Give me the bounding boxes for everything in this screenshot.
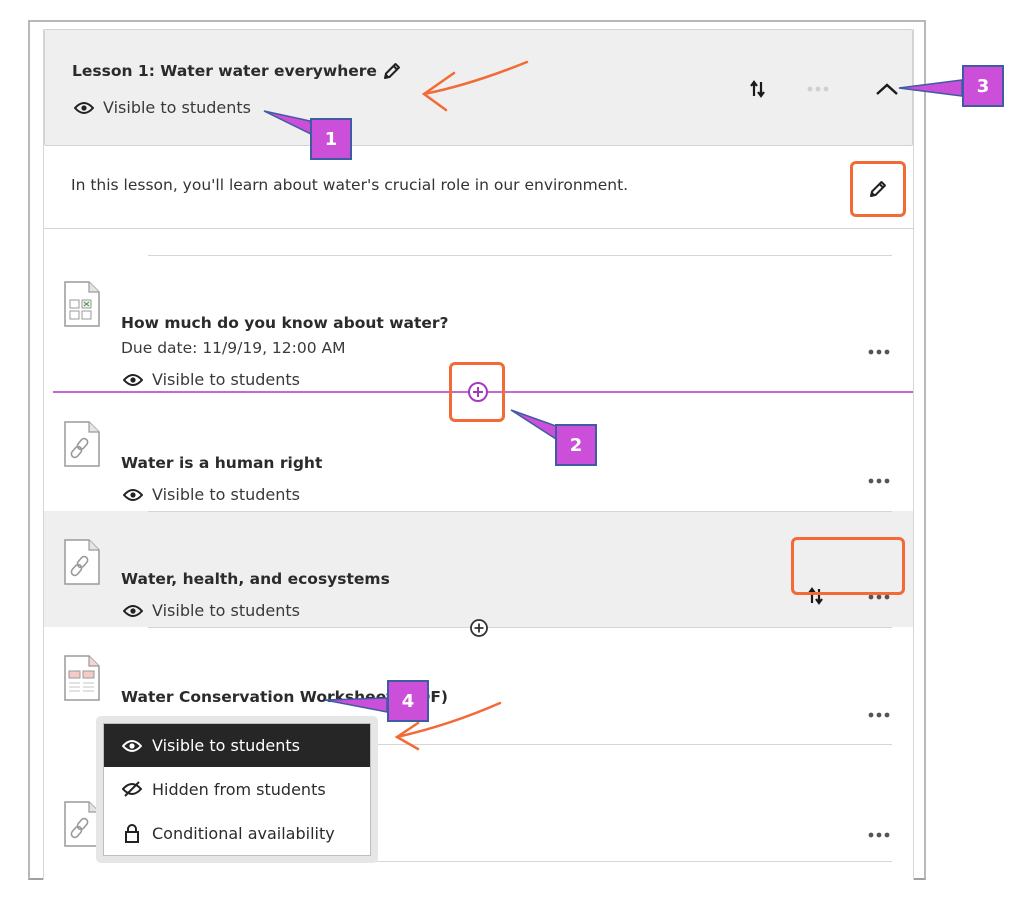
pencil-icon — [870, 181, 886, 197]
eye-icon — [123, 604, 143, 617]
eye-icon — [74, 101, 94, 114]
lesson-header-actions — [746, 77, 900, 101]
lesson-visibility-label: Visible to students — [103, 98, 251, 117]
callout-4: 4 — [387, 680, 429, 722]
item-more-button[interactable] — [866, 476, 892, 486]
test-file-icon — [64, 281, 100, 327]
due-date: Due date: 11/9/19, 12:00 AM — [121, 339, 346, 357]
sort-arrows-icon — [750, 80, 765, 98]
item-title[interactable]: Water is a human right — [121, 454, 322, 472]
lesson-header: Lesson 1: Water water everywhere Visible… — [44, 29, 913, 146]
item-visibility[interactable]: Visible to students — [123, 370, 300, 389]
menu-item-hidden[interactable]: Hidden from students — [104, 767, 370, 811]
callout-3: 3 — [962, 65, 1004, 107]
more-dots-icon — [868, 832, 890, 838]
link-file-icon — [64, 421, 100, 467]
menu-item-conditional[interactable]: Conditional availability — [104, 811, 370, 855]
collapse-button[interactable] — [874, 79, 900, 99]
pencil-icon[interactable] — [382, 61, 402, 81]
divider — [148, 627, 892, 628]
more-dots-icon — [868, 712, 890, 718]
menu-item-label: Hidden from students — [152, 779, 326, 799]
item-visibility-label: Visible to students — [152, 370, 300, 389]
menu-item-label: Conditional availability — [152, 823, 335, 843]
link-file-icon — [64, 801, 100, 847]
lesson-visibility[interactable]: Visible to students — [74, 98, 251, 117]
menu-item-label: Visible to students — [152, 736, 300, 755]
item-more-button[interactable] — [866, 347, 892, 357]
chevron-up-icon — [876, 83, 898, 95]
lesson-title: Lesson 1: Water water everywhere — [72, 62, 377, 80]
item-visibility[interactable]: Visible to students — [123, 601, 300, 620]
content-item-hovered[interactable]: Water, health, and ecosystems Visible to… — [44, 511, 913, 627]
eye-icon — [123, 488, 143, 501]
item-visibility[interactable]: Visible to students — [123, 485, 300, 504]
item-visibility-label: Visible to students — [152, 485, 300, 504]
more-dots-icon — [868, 349, 890, 355]
eye-slash-icon — [122, 781, 142, 797]
edit-description-button[interactable] — [850, 161, 906, 217]
callout-2: 2 — [555, 424, 597, 466]
lesson-more-button[interactable] — [805, 84, 831, 94]
highlight-box — [791, 537, 905, 595]
link-file-icon — [64, 539, 100, 585]
description-text: In this lesson, you'll learn about water… — [71, 176, 629, 194]
pdf-file-icon — [64, 655, 100, 701]
callout-1: 1 — [310, 118, 352, 160]
content-item[interactable]: Water is a human right Visible to studen… — [44, 409, 913, 509]
divider — [148, 255, 892, 256]
lesson-description: In this lesson, you'll learn about water… — [44, 146, 913, 229]
item-title[interactable]: How much do you know about water? — [121, 314, 449, 332]
visibility-menu: Visible to students Hidden from students… — [103, 723, 371, 856]
lesson-title-row: Lesson 1: Water water everywhere — [72, 61, 402, 81]
item-visibility-label: Visible to students — [152, 601, 300, 620]
reorder-button[interactable] — [746, 77, 770, 101]
eye-icon — [123, 373, 143, 386]
eye-icon — [122, 739, 142, 752]
item-more-button[interactable] — [866, 830, 892, 840]
item-title[interactable]: Water, health, and ecosystems — [121, 570, 390, 588]
item-more-button[interactable] — [866, 710, 892, 720]
more-dots-icon — [868, 478, 890, 484]
divider — [148, 511, 892, 512]
more-dots-icon — [807, 86, 829, 92]
menu-item-visible[interactable]: Visible to students — [104, 724, 370, 767]
lock-icon — [125, 824, 139, 843]
